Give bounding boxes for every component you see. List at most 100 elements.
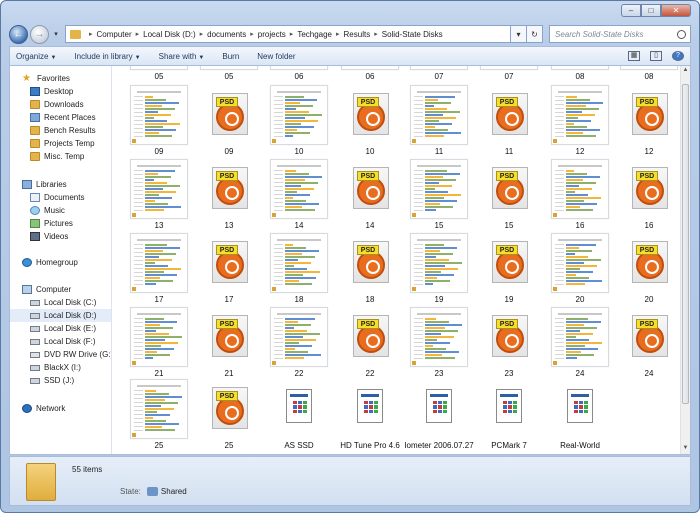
scroll-thumb[interactable] (682, 84, 689, 404)
breadcrumb-local-disk-d[interactable]: Local Disk (D:) (143, 30, 195, 39)
chart-image-thumbnail (130, 307, 188, 367)
folder-icon (70, 29, 81, 39)
close-button[interactable]: ✕ (661, 4, 691, 17)
sidebar-item-downloads[interactable]: Downloads (10, 98, 111, 111)
address-bar[interactable]: ▸ Computer ▸ Local Disk (D:) ▸ documents… (65, 25, 511, 43)
file-name: 21 (154, 369, 164, 378)
sidebar-item-documents[interactable]: Documents (10, 191, 111, 204)
back-icon[interactable]: ← (9, 24, 28, 44)
network-icon (22, 404, 32, 413)
recent-pages-dropdown-icon[interactable]: ▾ (51, 30, 61, 38)
chart-image-thumbnail (551, 159, 609, 219)
folder-icon (30, 139, 40, 148)
folder-icon (30, 126, 40, 135)
file-name: 09 (224, 147, 234, 156)
sidebar-item-ssd[interactable]: SSD (J:) (10, 374, 111, 387)
psd-file-icon: PSD (200, 85, 258, 145)
file-thumbnail (341, 66, 399, 70)
organize-menu[interactable]: Organize ▼ (16, 52, 56, 61)
application-file-icon (270, 379, 328, 439)
desktop-icon (30, 87, 40, 96)
chart-image-thumbnail (410, 159, 468, 219)
scroll-up-icon[interactable]: ▲ (681, 67, 690, 75)
file-name: 06 (365, 72, 375, 81)
new-folder-button[interactable]: New folder (257, 52, 295, 61)
psd-file-icon: PSD (480, 159, 538, 219)
preview-pane-icon[interactable]: ▯ (650, 51, 662, 61)
search-input[interactable]: Search Solid-State Disks (549, 25, 691, 43)
refresh-icon[interactable]: ↻ (527, 25, 543, 43)
address-dropdown-icon[interactable]: ▾ (511, 25, 527, 43)
file-name: 25 (224, 441, 234, 450)
file-name: 08 (575, 72, 585, 81)
breadcrumb-projects[interactable]: projects (258, 30, 286, 39)
removable-disk-icon (30, 377, 40, 384)
sidebar-item-dvd-drive[interactable]: DVD RW Drive (G:) A (10, 348, 111, 361)
file-name: 17 (154, 295, 164, 304)
file-name: 13 (224, 221, 234, 230)
sidebar-item-desktop[interactable]: Desktop (10, 85, 111, 98)
file-thumbnail (620, 66, 678, 70)
psd-file-icon: PSD (341, 159, 399, 219)
chart-image-thumbnail (551, 307, 609, 367)
item-count: 55 items (72, 465, 103, 474)
sidebar-item-videos[interactable]: Videos (10, 230, 111, 243)
breadcrumb-computer[interactable]: Computer (97, 30, 132, 39)
sidebar-item-local-disk-d[interactable]: Local Disk (D:) (10, 309, 111, 322)
change-view-icon[interactable]: ▦ (628, 51, 640, 61)
libraries-header[interactable]: Libraries (10, 178, 111, 191)
search-icon[interactable] (677, 29, 686, 39)
file-name: 23 (434, 369, 444, 378)
share-with-menu[interactable]: Share with ▼ (159, 52, 205, 61)
homegroup-header[interactable]: Homegroup (10, 256, 111, 269)
psd-file-icon: PSD (480, 85, 538, 145)
chart-image-thumbnail (410, 307, 468, 367)
file-name: 07 (504, 72, 514, 81)
recent-places-icon (30, 113, 40, 122)
sidebar-item-pictures[interactable]: Pictures (10, 217, 111, 230)
command-bar: Organize ▼ Include in library ▼ Share with… (9, 46, 691, 65)
application-file-icon (341, 379, 399, 439)
minimize-button[interactable]: – (621, 4, 641, 17)
file-name: 06 (294, 72, 304, 81)
sharing-state: State: Shared (120, 487, 187, 496)
vertical-scrollbar[interactable]: ▲ ▼ (680, 66, 690, 454)
sidebar-item-recent-places[interactable]: Recent Places (10, 111, 111, 124)
maximize-button[interactable]: □ (641, 4, 661, 17)
sidebar-item-local-disk-c[interactable]: Local Disk (C:) (10, 296, 111, 309)
sidebar-item-local-disk-e[interactable]: Local Disk (E:) (10, 322, 111, 335)
breadcrumb-documents[interactable]: documents (207, 30, 246, 39)
include-in-library-menu[interactable]: Include in library ▼ (74, 52, 140, 61)
documents-icon (30, 193, 40, 202)
file-name: Real-World (560, 441, 600, 450)
breadcrumb-results[interactable]: Results (344, 30, 371, 39)
breadcrumb-solid-state-disks[interactable]: Solid-State Disks (382, 30, 443, 39)
homegroup-icon (22, 258, 32, 267)
computer-header[interactable]: Computer (10, 283, 111, 296)
file-name: 07 (434, 72, 444, 81)
scroll-down-icon[interactable]: ▼ (681, 445, 690, 453)
sidebar-item-music[interactable]: Music (10, 204, 111, 217)
burn-button[interactable]: Burn (222, 52, 239, 61)
file-name: 13 (154, 221, 164, 230)
file-name: 11 (504, 147, 514, 156)
music-icon (30, 206, 40, 215)
content-area: ★ Favorites Desktop Downloads Recent Plac… (9, 65, 691, 455)
breadcrumb-techgage[interactable]: Techgage (297, 30, 332, 39)
file-name: 12 (575, 147, 585, 156)
file-name: 19 (504, 295, 514, 304)
file-name: 19 (434, 295, 444, 304)
sidebar-item-bench-results[interactable]: Bench Results (10, 124, 111, 137)
file-list: 05 05 06 06 07 07 08 08 09 PSD 09 10 PSD 10 11 PSD 11 12 P… (114, 66, 680, 454)
help-icon[interactable]: ? (672, 51, 684, 61)
sidebar-item-local-disk-f[interactable]: Local Disk (F:) (10, 335, 111, 348)
forward-icon[interactable]: → (30, 24, 49, 44)
sidebar-item-projects-temp[interactable]: Projects Temp (10, 137, 111, 150)
favorites-header[interactable]: ★ Favorites (10, 72, 111, 85)
file-name: 05 (154, 72, 164, 81)
sidebar-item-blackx[interactable]: BlackX (I:) (10, 361, 111, 374)
network-header[interactable]: Network (10, 402, 111, 415)
file-name: 15 (504, 221, 514, 230)
sidebar-item-misc-temp[interactable]: Misc. Temp (10, 150, 111, 163)
details-pane: 55 items State: Shared (9, 456, 691, 506)
